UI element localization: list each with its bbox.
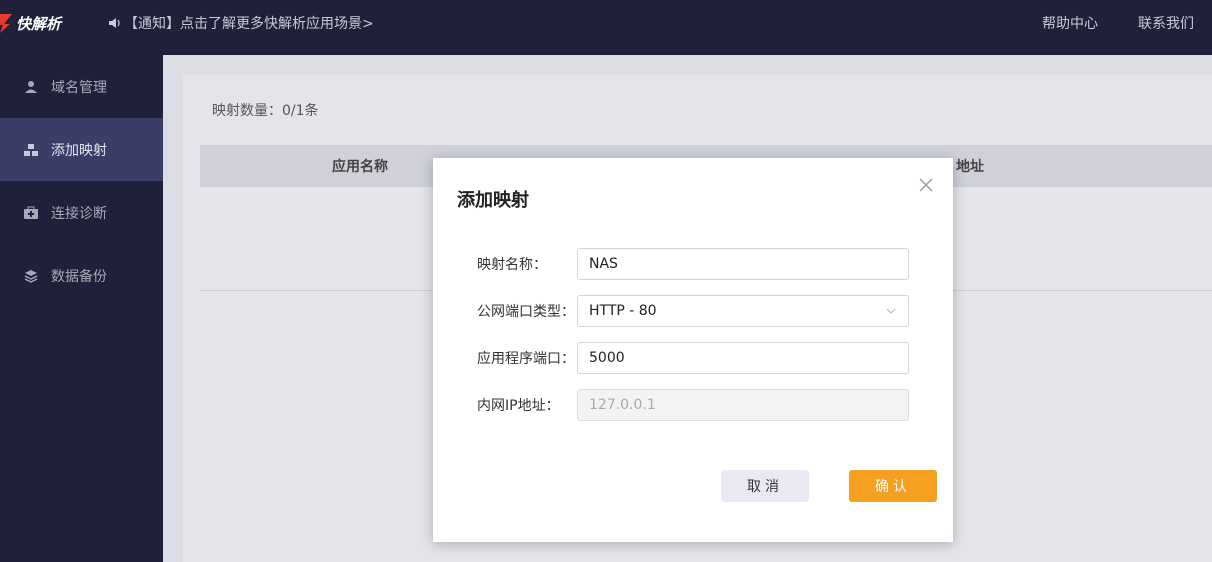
lan-ip-label: 内网IP地址： [477, 398, 560, 414]
form-row-lan-ip: 内网IP地址： 127.0.0.1 [477, 389, 909, 421]
mapping-name-input[interactable]: NAS [577, 248, 909, 280]
confirm-button[interactable]: 确认 [849, 470, 937, 502]
dialog-title: 添加映射 [457, 190, 529, 211]
app-port-input[interactable]: 5000 [577, 342, 909, 374]
form-row-mapping-name: 映射名称： NAS [477, 248, 909, 280]
form-row-app-port: 应用程序端口： 5000 [477, 342, 909, 374]
form-row-port-type: 公网端口类型： HTTP - 80 [477, 295, 909, 327]
port-type-select[interactable]: HTTP - 80 [577, 295, 909, 327]
mapping-name-label: 映射名称： [477, 257, 547, 273]
app-port-label: 应用程序端口： [477, 351, 575, 367]
lan-ip-input: 127.0.0.1 [577, 389, 909, 421]
port-type-label: 公网端口类型： [477, 304, 575, 320]
port-type-value: HTTP - 80 [589, 303, 657, 319]
cancel-button[interactable]: 取消 [721, 470, 809, 502]
add-mapping-dialog: 添加映射 映射名称： NAS 公网端口类型： HTTP - 80 应用程序端口：… [433, 158, 953, 542]
chevron-down-icon [886, 308, 896, 314]
close-icon[interactable] [919, 178, 933, 192]
